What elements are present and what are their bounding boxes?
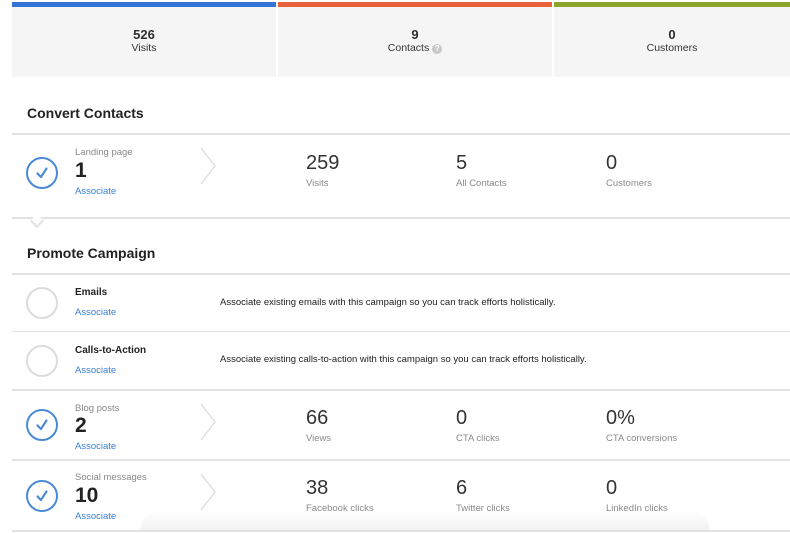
metric-value: 0 (456, 407, 468, 429)
check-circle-icon (26, 480, 58, 512)
contacts-label: Contacts (387, 42, 430, 54)
chevron-right-icon (200, 473, 216, 511)
asset-type-label: Calls-to-Action (75, 345, 147, 356)
metric-value: 0 (606, 152, 618, 174)
check-circle-icon (26, 409, 58, 441)
asset-description: Associate existing calls-to-action with … (220, 354, 587, 365)
summary-tile-contacts[interactable]: 9 Contacts ? (278, 2, 552, 77)
metric-value: 5 (456, 152, 468, 174)
metric-cta-conversions: 0% CTA conversions (606, 407, 677, 444)
summary-bar: 526 Visits 9 Contacts ? 0 Customers (12, 2, 790, 77)
asset-row-emails: Emails Associate Associate existing emai… (12, 275, 790, 331)
metric-visits: 259 Visits (306, 152, 339, 189)
contacts-count: 9 (411, 27, 419, 42)
asset-count: 1 (75, 159, 87, 182)
asset-type-label: Landing page (75, 147, 133, 158)
associate-link[interactable]: Associate (75, 186, 116, 197)
metric-value: 66 (306, 407, 329, 429)
associate-link[interactable]: Associate (75, 365, 116, 376)
tile-color-bar (12, 2, 276, 7)
asset-row-calls-to-action: Calls-to-Action Associate Associate exis… (12, 332, 790, 389)
tile-color-bar (278, 2, 552, 7)
metric-label: All Contacts (456, 178, 507, 189)
customers-count: 0 (668, 27, 676, 42)
asset-description: Associate existing emails with this camp… (220, 297, 556, 308)
metric-label: Visits (306, 178, 329, 189)
metric-twitter-clicks: 6 Twitter clicks (456, 477, 510, 514)
metric-value: 0% (606, 407, 635, 429)
tile-color-bar (554, 2, 790, 7)
summary-tile-visits[interactable]: 526 Visits (12, 2, 276, 77)
empty-circle-icon (26, 287, 58, 319)
divider (12, 217, 790, 219)
metric-label: Views (306, 433, 332, 444)
metric-label: Customers (606, 178, 652, 189)
chevron-right-icon (200, 147, 216, 185)
visits-label: Visits (131, 42, 157, 54)
empty-circle-icon (26, 345, 58, 377)
customers-label: Customers (646, 42, 698, 54)
asset-count: 2 (75, 414, 87, 437)
metric-all-contacts: 5 All Contacts (456, 152, 507, 189)
asset-row-blog-posts: Blog posts 2 Associate 66 Views 0 CTA cl… (12, 391, 790, 459)
metric-views: 66 Views (306, 407, 331, 444)
associate-link[interactable]: Associate (75, 307, 116, 318)
help-icon[interactable]: ? (432, 43, 443, 54)
metric-value: 38 (306, 477, 329, 499)
divider (12, 530, 790, 532)
asset-row-landing-page: Landing page 1 Associate 259 Visits 5 Al… (12, 135, 790, 217)
metric-value: 259 (306, 152, 340, 174)
section-title-promote-campaign: Promote Campaign (27, 245, 156, 261)
metric-value: 6 (456, 477, 468, 499)
section-title-convert-contacts: Convert Contacts (27, 105, 144, 121)
asset-type-label: Social messages (75, 472, 147, 483)
scroll-shadow (140, 510, 710, 532)
visits-count: 526 (133, 27, 155, 42)
associate-link[interactable]: Associate (75, 511, 116, 522)
summary-tile-customers[interactable]: 0 Customers (554, 2, 790, 77)
chevron-right-icon (200, 403, 216, 441)
metric-facebook-clicks: 38 Facebook clicks (306, 477, 374, 514)
metric-label: CTA conversions (606, 433, 678, 444)
metric-label: CTA clicks (456, 433, 500, 444)
associate-link[interactable]: Associate (75, 441, 116, 452)
metric-customers: 0 Customers (606, 152, 652, 189)
metric-value: 0 (606, 477, 618, 499)
metric-linkedin-clicks: 0 LinkedIn clicks (606, 477, 668, 514)
check-circle-icon (26, 157, 58, 189)
asset-type-label: Emails (75, 287, 108, 298)
asset-count: 10 (75, 484, 99, 507)
asset-type-label: Blog posts (75, 403, 120, 414)
metric-cta-clicks: 0 CTA clicks (456, 407, 500, 444)
